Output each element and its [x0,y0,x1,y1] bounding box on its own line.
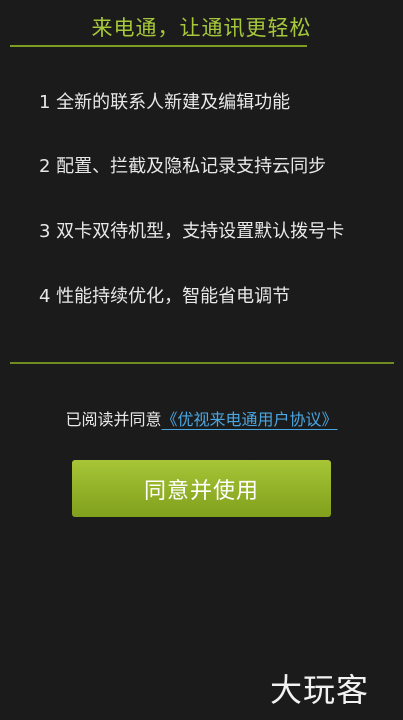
agree-and-use-button[interactable]: 同意并使用 [72,460,331,517]
section-divider [10,362,394,364]
feature-item-3: 3 双卡双待机型，支持设置默认拨号卡 [39,221,345,242]
feature-item-1: 1 全新的联系人新建及编辑功能 [39,92,291,113]
feature-item-4: 4 性能持续优化，智能省电调节 [39,286,291,307]
agreement-text: 已阅读并同意《优视来电通用户协议》 [0,406,403,430]
feature-list: 1 全新的联系人新建及编辑功能 2 配置、拦截及隐私记录支持云同步 3 双卡双待… [0,0,403,320]
feature-item-2: 2 配置、拦截及隐私记录支持云同步 [39,156,327,177]
agreement-prefix: 已阅读并同意 [65,410,162,429]
user-agreement-link[interactable]: 《优视来电通用户协议》 [162,410,338,429]
watermark-logo: 大玩客 [270,671,370,709]
